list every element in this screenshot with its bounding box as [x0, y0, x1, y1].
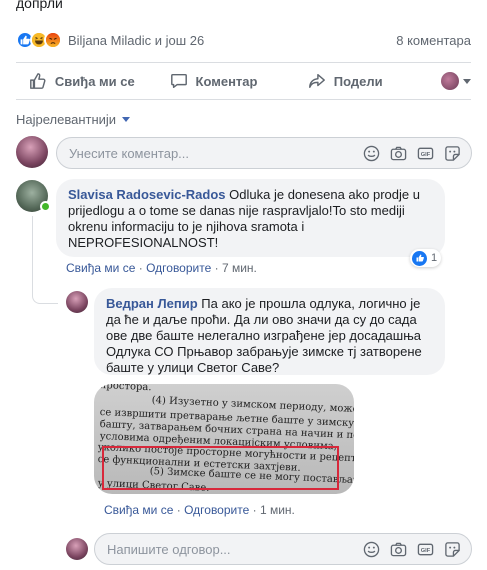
thread-line: [32, 216, 33, 276]
comment-author[interactable]: Slavisa Radosevic-Rados: [68, 187, 226, 202]
share-icon: [308, 73, 325, 89]
reactions-summary: Biljana Miladic и још 26 8 коментара: [16, 30, 471, 50]
like-icon: [412, 250, 427, 266]
svg-text:GIF: GIF: [421, 152, 431, 158]
chevron-down-icon: [463, 78, 472, 84]
avatar[interactable]: [16, 136, 48, 168]
comment-input-placeholder: Унесите коментар...: [69, 145, 190, 161]
comment-button-label: Коментар: [195, 73, 258, 89]
like-button[interactable]: Свиђа ми се: [16, 72, 148, 90]
emoji-icon[interactable]: [363, 541, 380, 558]
reaction-icons[interactable]: Biljana Miladic и још 26: [16, 31, 204, 49]
avatar: [441, 72, 460, 90]
comment-bubble: Slavisa Radosevic-Rados Odluka je donese…: [56, 179, 445, 257]
photo-text-line: простора.: [99, 384, 152, 394]
gif-icon[interactable]: GIF: [417, 541, 434, 558]
comment-sort-dropdown[interactable]: Најрелевантнији: [16, 112, 131, 127]
camera-icon[interactable]: [390, 541, 407, 558]
reply-reply-link[interactable]: Одговорите: [184, 503, 249, 517]
separator: ·: [138, 261, 147, 275]
sticker-icon[interactable]: [444, 541, 461, 558]
separator: ·: [176, 503, 185, 517]
like-button-label: Свиђа ми се: [54, 73, 135, 89]
comment-like-link[interactable]: Свиђа ми се: [66, 261, 135, 275]
reaction-names[interactable]: Biljana Miladic и још 26: [68, 33, 204, 48]
separator: ·: [252, 503, 260, 517]
comment-reply-link[interactable]: Одговорите: [146, 261, 211, 275]
comment-button[interactable]: Коментар: [148, 72, 280, 90]
gif-icon[interactable]: GIF: [417, 145, 434, 162]
avatar[interactable]: [66, 538, 88, 560]
reply-like-link[interactable]: Свиђа ми се: [104, 503, 173, 517]
divider: [16, 62, 471, 63]
chevron-down-icon: [122, 117, 131, 122]
reply-author[interactable]: Ведран Лепир: [106, 296, 198, 311]
comment-like-count[interactable]: 1: [410, 249, 442, 267]
separator: ·: [214, 261, 222, 275]
reply-bubble: Ведран Лепир Па ако је прошла одлука, ло…: [94, 288, 445, 375]
angry-icon: [44, 31, 62, 49]
share-button[interactable]: Подели: [279, 72, 411, 90]
avatar[interactable]: [66, 291, 88, 313]
thread-line: [32, 276, 58, 304]
comment-timestamp[interactable]: 7 мин.: [222, 261, 257, 275]
sticker-icon[interactable]: [444, 145, 461, 162]
share-button-label: Подели: [333, 73, 383, 89]
highlight-box: [102, 446, 339, 490]
reply-input-placeholder: Напишите одговор...: [107, 541, 231, 557]
react-as-selector[interactable]: [411, 72, 472, 90]
comment-count[interactable]: 8 коментара: [396, 33, 471, 48]
emoji-icon[interactable]: [363, 145, 380, 162]
reply-input[interactable]: Напишите одговор... GIF: [94, 533, 472, 565]
post-cut-text: допрли: [16, 0, 63, 11]
reply-meta: Свиђа ми се · Одговорите · 1 мин.: [104, 503, 295, 517]
online-status-dot: [40, 201, 51, 212]
divider: [16, 99, 471, 100]
svg-text:GIF: GIF: [421, 548, 431, 554]
sort-label: Најрелевантнији: [16, 112, 117, 127]
post-action-bar: Свиђа ми се Коментар Подели: [16, 64, 472, 98]
comment-input[interactable]: Унесите коментар... GIF: [56, 137, 472, 169]
comment-icon: [170, 73, 187, 89]
composer-icons: GIF: [363, 145, 461, 162]
camera-icon[interactable]: [390, 145, 407, 162]
comment-meta: Свиђа ми се · Одговорите · 7 мин.: [66, 261, 257, 275]
reply-timestamp[interactable]: 1 мин.: [260, 503, 295, 517]
reply-composer-icons: GIF: [363, 541, 461, 558]
thumbs-up-icon: [29, 73, 46, 89]
like-count: 1: [431, 252, 438, 264]
reply-photo-attachment[interactable]: простора. (4) Изузетно у зимском периоду…: [94, 384, 354, 494]
